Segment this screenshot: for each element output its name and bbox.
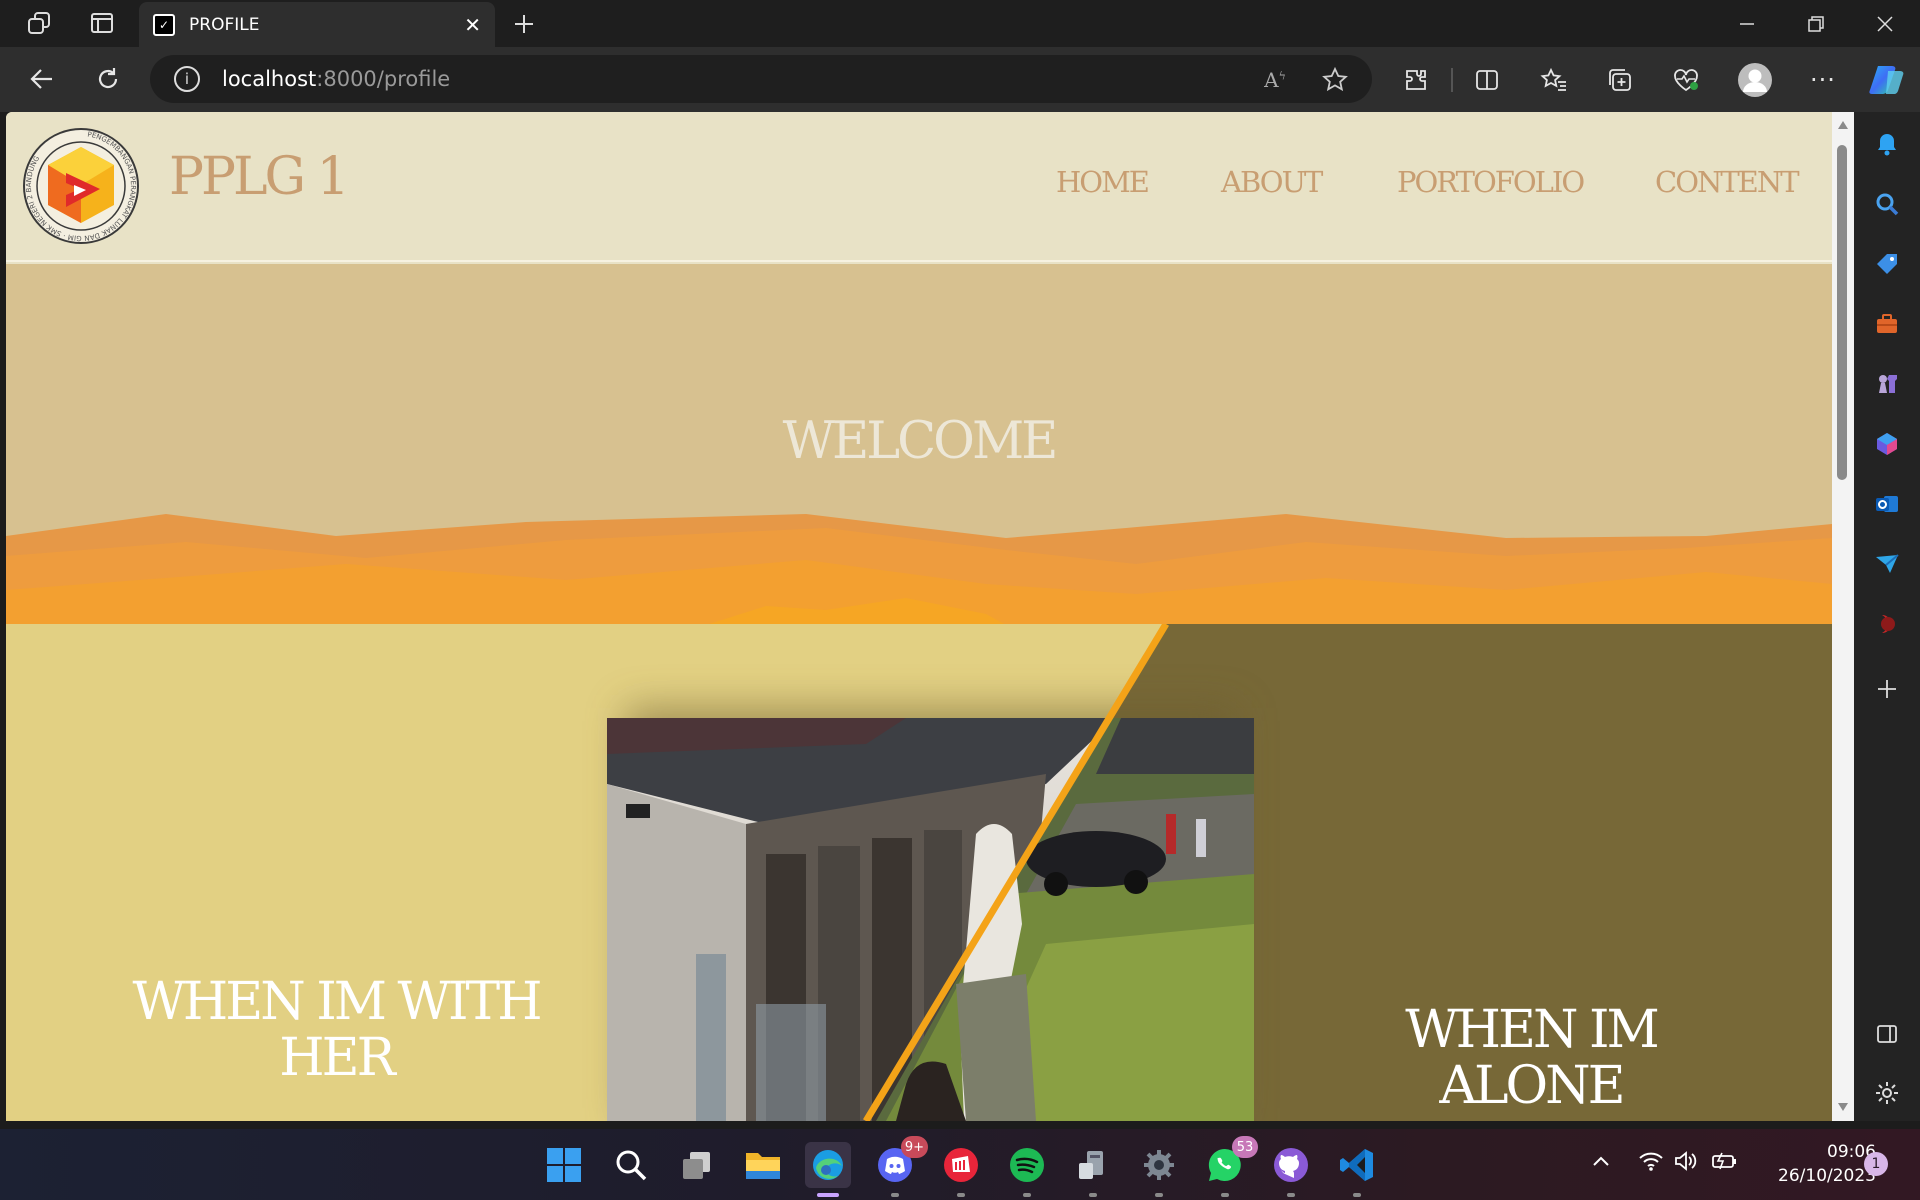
running-indicator — [1089, 1193, 1097, 1197]
tab-profile[interactable]: ✓ PROFILE ✕ — [139, 2, 495, 47]
school-logo[interactable]: PENGEMBANGAN PERANGKAT LUNAK DAN GIM · S… — [22, 127, 140, 245]
vertical-tabs-icon[interactable] — [79, 3, 125, 43]
media-app-icon[interactable] — [1866, 603, 1908, 645]
running-indicator — [1287, 1193, 1295, 1197]
running-indicator — [1353, 1193, 1361, 1197]
spotify-icon[interactable] — [1004, 1142, 1050, 1197]
nav-home[interactable]: HOME — [1056, 165, 1150, 199]
add-sidebar-app-icon[interactable] — [1866, 668, 1908, 710]
notification-center-badge[interactable]: 1 — [1864, 1152, 1888, 1176]
mountain-wave — [6, 514, 1832, 625]
tools-briefcase-icon[interactable] — [1866, 303, 1908, 345]
caption-with-her-line2: HER — [279, 1028, 395, 1088]
discord-badge: 9+ — [900, 1136, 928, 1158]
whatsapp-icon[interactable]: 53 — [1202, 1136, 1258, 1197]
system-tool-icon[interactable] — [1070, 1142, 1116, 1197]
sidebar-settings-gear-icon[interactable] — [1866, 1072, 1908, 1114]
edge-taskbar-icon[interactable] — [805, 1142, 851, 1197]
refresh-button[interactable] — [86, 57, 130, 101]
read-aloud-icon[interactable]: Aϟ — [1255, 60, 1295, 100]
shopping-tag-icon[interactable] — [1866, 243, 1908, 285]
running-indicator — [1023, 1193, 1031, 1197]
url-host: localhost — [222, 67, 317, 91]
browser-essentials-icon[interactable] — [1664, 58, 1708, 102]
notifications-bell-icon[interactable] — [1866, 123, 1908, 165]
start-windows-icon[interactable] — [541, 1142, 587, 1188]
clock-time: 09:06 — [1827, 1142, 1876, 1162]
running-indicator — [1221, 1193, 1229, 1197]
nav-content[interactable]: CONTENT — [1655, 165, 1800, 199]
minimize-button[interactable] — [1713, 0, 1781, 47]
collections-icon[interactable] — [1598, 58, 1642, 102]
toolbar-divider — [1451, 68, 1453, 92]
new-tab-button[interactable] — [506, 0, 542, 47]
workspaces-icon[interactable] — [16, 3, 62, 43]
taskbar-search-icon[interactable] — [608, 1142, 654, 1188]
scrollbar-thumb[interactable] — [1837, 145, 1847, 480]
running-indicator — [891, 1193, 899, 1197]
caption-with-her-line1: WHEN IM WITH — [132, 972, 542, 1032]
hero-title: WELCOME — [782, 412, 1059, 471]
hide-sidebar-icon[interactable] — [1866, 1013, 1908, 1055]
games-chess-icon[interactable] — [1866, 363, 1908, 405]
site-brand[interactable]: PPLG 1 — [169, 147, 350, 207]
outlook-icon[interactable] — [1866, 483, 1908, 525]
restore-button[interactable] — [1782, 0, 1850, 47]
nav-portofolio[interactable]: PORTOFOLIO — [1397, 165, 1585, 199]
volume-icon[interactable] — [1673, 1150, 1699, 1177]
split-screen-icon[interactable] — [1465, 58, 1509, 102]
settings-more-icon[interactable]: ··· — [1801, 58, 1845, 102]
profile-avatar[interactable] — [1733, 58, 1777, 102]
vscode-icon[interactable] — [1334, 1142, 1380, 1197]
tab-title: PROFILE — [189, 14, 260, 35]
microsoft-365-icon[interactable] — [1866, 423, 1908, 465]
battery-icon[interactable] — [1710, 1150, 1738, 1177]
search-icon[interactable] — [1866, 183, 1908, 225]
url-path: :8000/profile — [316, 67, 451, 91]
hero-section: WELCOME — [6, 264, 1832, 625]
task-view-icon[interactable] — [674, 1142, 720, 1188]
favorites-list-icon[interactable] — [1532, 58, 1576, 102]
caption-alone: WHEN IM ALONE — [1405, 1000, 1660, 1116]
close-tab-icon[interactable]: ✕ — [464, 13, 481, 37]
site-info-icon[interactable]: i — [174, 66, 200, 92]
nav-about[interactable]: ABOUT — [1221, 165, 1323, 199]
clock[interactable]: 09:06 26/10/2023 — [1762, 1140, 1876, 1188]
whatsapp-badge: 53 — [1232, 1136, 1258, 1158]
page-scrollbar[interactable] — [1832, 112, 1854, 1121]
web-page: PENGEMBANGAN PERANGKAT LUNAK DAN GIM · S… — [6, 112, 1832, 1121]
site-favicon-icon: ✓ — [153, 13, 175, 36]
wifi-icon[interactable] — [1638, 1150, 1664, 1177]
riot-client-icon[interactable] — [938, 1142, 984, 1197]
discord-icon[interactable]: 9+ — [872, 1136, 928, 1197]
caption-with-her: WHEN IM WITH HER — [126, 974, 546, 1086]
active-app-indicator — [817, 1193, 839, 1197]
running-indicator — [957, 1193, 965, 1197]
address-bar[interactable]: i localhost:8000/profile — [150, 55, 1372, 103]
extensions-icon[interactable] — [1394, 58, 1438, 102]
back-button[interactable] — [20, 57, 64, 101]
file-explorer-icon[interactable] — [740, 1142, 786, 1188]
clock-date: 26/10/2023 — [1778, 1166, 1876, 1186]
settings-app-icon[interactable] — [1136, 1142, 1182, 1197]
show-hidden-icons-chevron[interactable] — [1591, 1152, 1611, 1177]
favorite-star-icon[interactable] — [1315, 60, 1355, 100]
running-indicator — [1155, 1193, 1163, 1197]
split-section: WHEN IM WITH HER WHEN IM ALONE — [6, 624, 1832, 1121]
github-desktop-icon[interactable] — [1268, 1142, 1314, 1197]
send-drop-icon[interactable] — [1866, 543, 1908, 585]
copilot-icon[interactable] — [1865, 58, 1909, 102]
close-window-button[interactable] — [1851, 0, 1919, 47]
